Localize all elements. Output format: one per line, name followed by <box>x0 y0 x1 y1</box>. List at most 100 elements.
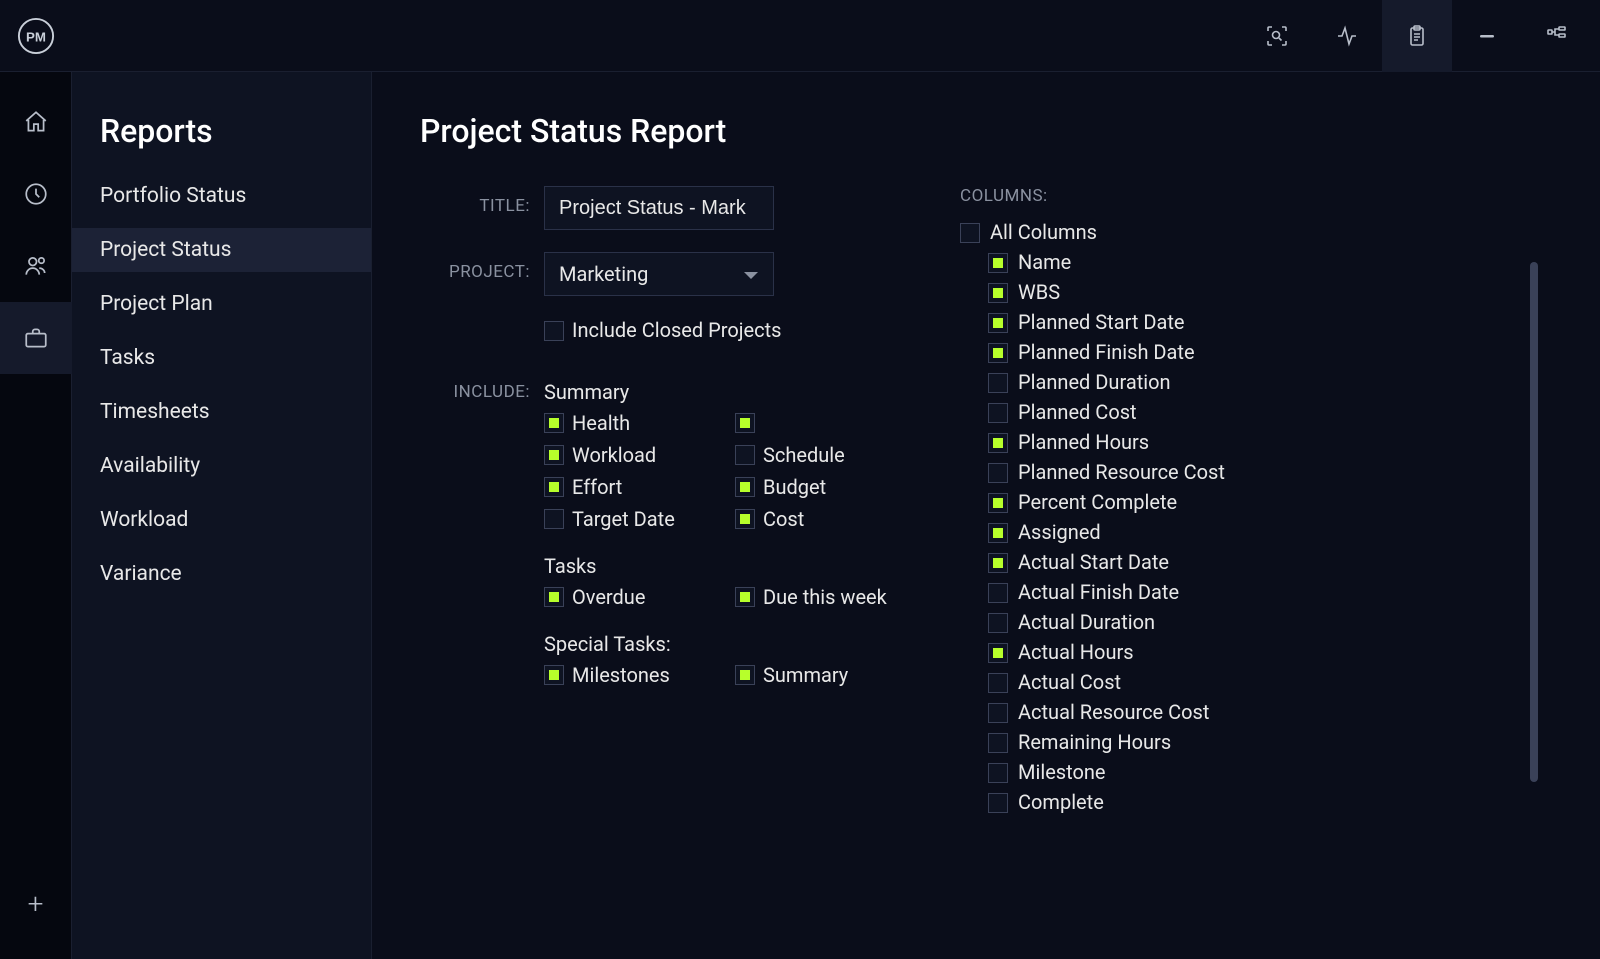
column-row: Planned Hours <box>960 430 1552 454</box>
summary-item: Workload <box>544 442 729 468</box>
tasks-checkbox[interactable] <box>544 587 564 607</box>
summary-label: Workload <box>572 442 656 468</box>
project-select-value: Marketing <box>559 262 648 286</box>
summary-item: Health <box>544 410 729 436</box>
column-checkbox[interactable] <box>988 253 1008 273</box>
activity-icon[interactable] <box>1312 0 1382 72</box>
minus-icon[interactable] <box>1452 0 1522 72</box>
column-label: Actual Hours <box>1018 640 1134 664</box>
column-row: Actual Resource Cost <box>960 700 1552 724</box>
briefcase-icon[interactable] <box>0 302 72 374</box>
column-row: Actual Duration <box>960 610 1552 634</box>
special-heading: Special Tasks: <box>544 632 920 656</box>
people-icon[interactable] <box>0 230 72 302</box>
column-row: Remaining Hours <box>960 730 1552 754</box>
sidebar-item-project-status[interactable]: Project Status <box>72 228 371 272</box>
summary-checkbox[interactable] <box>735 509 755 529</box>
special-label: Summary <box>763 662 848 688</box>
summary-label: Budget <box>763 474 826 500</box>
sidebar-item-tasks[interactable]: Tasks <box>72 336 371 380</box>
column-checkbox[interactable] <box>988 793 1008 813</box>
column-row: Actual Finish Date <box>960 580 1552 604</box>
sidebar-title: Reports <box>72 112 371 174</box>
column-checkbox[interactable] <box>988 643 1008 663</box>
column-checkbox[interactable] <box>988 703 1008 723</box>
sidebar-item-portfolio-status[interactable]: Portfolio Status <box>72 174 371 218</box>
column-checkbox[interactable] <box>988 553 1008 573</box>
column-checkbox[interactable] <box>988 373 1008 393</box>
tasks-label: Due this week <box>763 584 887 610</box>
topbar: PM <box>0 0 1600 72</box>
clock-icon[interactable] <box>0 158 72 230</box>
summary-item: Schedule <box>735 442 920 468</box>
branch-icon[interactable] <box>1522 0 1592 72</box>
tasks-heading: Tasks <box>544 554 920 578</box>
summary-label: Cost <box>763 506 804 532</box>
column-checkbox[interactable] <box>988 733 1008 753</box>
summary-checkbox[interactable] <box>544 413 564 433</box>
add-button[interactable]: + <box>0 867 72 939</box>
special-checkbox[interactable] <box>735 665 755 685</box>
column-checkbox[interactable] <box>988 763 1008 783</box>
summary-item: Effort <box>544 474 729 500</box>
tasks-label: Overdue <box>572 584 645 610</box>
summary-checkbox[interactable] <box>544 445 564 465</box>
column-row: WBS <box>960 280 1552 304</box>
project-select[interactable]: Marketing <box>544 252 774 296</box>
sidebar-item-project-plan[interactable]: Project Plan <box>72 282 371 326</box>
column-label: Planned Start Date <box>1018 310 1185 334</box>
clipboard-icon[interactable] <box>1382 0 1452 72</box>
column-row: Name <box>960 250 1552 274</box>
summary-item: Cost <box>735 506 920 532</box>
column-row: Actual Cost <box>960 670 1552 694</box>
special-label: Milestones <box>572 662 670 688</box>
column-label: Assigned <box>1018 520 1101 544</box>
column-checkbox[interactable] <box>988 313 1008 333</box>
summary-heading: Summary <box>544 380 920 404</box>
summary-checkbox[interactable] <box>735 413 755 433</box>
scrollbar[interactable] <box>1530 262 1538 782</box>
sidebar-item-variance[interactable]: Variance <box>72 552 371 596</box>
column-label: WBS <box>1018 280 1060 304</box>
column-row: Planned Start Date <box>960 310 1552 334</box>
summary-checkbox[interactable] <box>735 477 755 497</box>
tasks-checkbox[interactable] <box>735 587 755 607</box>
column-label: Percent Complete <box>1018 490 1177 514</box>
left-rail: + <box>0 72 72 959</box>
column-label: Planned Hours <box>1018 430 1149 454</box>
column-checkbox[interactable] <box>988 343 1008 363</box>
sidebar-item-workload[interactable]: Workload <box>72 498 371 542</box>
include-closed-checkbox[interactable] <box>544 321 564 341</box>
summary-item: Budget <box>735 474 920 500</box>
summary-checkbox[interactable] <box>735 445 755 465</box>
home-icon[interactable] <box>0 86 72 158</box>
summary-label: Health <box>572 410 630 436</box>
column-checkbox[interactable] <box>988 433 1008 453</box>
include-closed-label: Include Closed Projects <box>572 318 781 342</box>
column-checkbox[interactable] <box>988 493 1008 513</box>
column-label: Actual Resource Cost <box>1018 700 1209 724</box>
include-label: INCLUDE: <box>420 372 530 402</box>
summary-checkbox[interactable] <box>544 509 564 529</box>
summary-checkbox[interactable] <box>544 477 564 497</box>
column-checkbox[interactable] <box>988 583 1008 603</box>
page-title: Project Status Report <box>420 112 1552 150</box>
special-checkbox[interactable] <box>544 665 564 685</box>
column-checkbox[interactable] <box>988 613 1008 633</box>
column-row: Actual Start Date <box>960 550 1552 574</box>
scan-search-icon[interactable] <box>1242 0 1312 72</box>
title-input[interactable] <box>544 186 774 230</box>
column-checkbox[interactable] <box>988 403 1008 423</box>
all-columns-checkbox[interactable] <box>960 223 980 243</box>
column-label: Actual Cost <box>1018 670 1121 694</box>
chevron-down-icon <box>743 262 759 286</box>
column-checkbox[interactable] <box>988 463 1008 483</box>
column-checkbox[interactable] <box>988 283 1008 303</box>
sidebar-item-availability[interactable]: Availability <box>72 444 371 488</box>
column-label: Actual Finish Date <box>1018 580 1179 604</box>
column-checkbox[interactable] <box>988 673 1008 693</box>
column-row: Milestone <box>960 760 1552 784</box>
summary-item <box>735 410 920 436</box>
column-checkbox[interactable] <box>988 523 1008 543</box>
sidebar-item-timesheets[interactable]: Timesheets <box>72 390 371 434</box>
